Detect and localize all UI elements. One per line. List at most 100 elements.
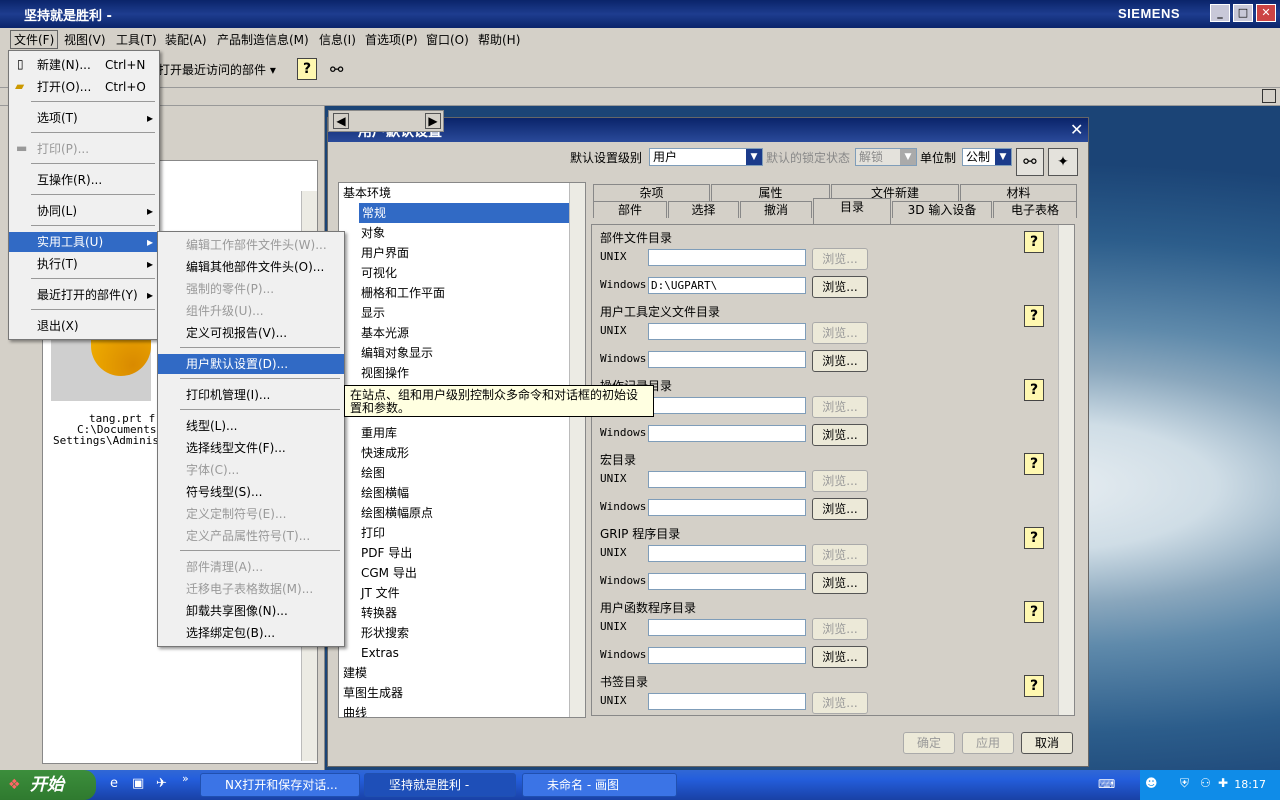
help-icon[interactable]: ? [1024, 527, 1044, 549]
level-select[interactable]: 用户 ▼ [649, 148, 763, 166]
unix-path-input[interactable] [648, 323, 806, 340]
menu-preferences[interactable]: 首选项(P) [365, 31, 418, 48]
fit-icon[interactable] [1262, 89, 1276, 103]
shield-icon[interactable]: ⛨ [1180, 776, 1189, 791]
unit-select[interactable]: 公制 ▼ [962, 148, 1012, 166]
tree-item[interactable]: 基本环境 [343, 183, 391, 203]
browse-button[interactable]: 浏览... [812, 498, 868, 520]
tree-item[interactable]: PDF 导出 [361, 543, 412, 563]
menu-item-open[interactable]: 打开(O)... Ctrl+O [9, 77, 159, 97]
windows-path-input[interactable] [648, 425, 806, 442]
menu-item-interop[interactable]: 互操作(R)... [9, 170, 159, 190]
menu-assembly[interactable]: 装配(A) [165, 31, 207, 48]
wizard-icon[interactable]: ✦ [1048, 148, 1078, 176]
menu-item-collaborate[interactable]: 协同(L) ▸ [9, 201, 159, 221]
tab-part[interactable]: 部件 [593, 201, 667, 218]
menu-item-print[interactable]: 打印(P)... [9, 139, 159, 159]
messenger-icon[interactable]: ✈ [156, 776, 167, 791]
menu-item-migrate-spreadsheet[interactable]: 迁移电子表格数据(M)... [158, 579, 344, 599]
tree-item[interactable]: Extras [361, 643, 399, 663]
menu-item-product-attr-symbols[interactable]: 定义产品属性符号(T)... [158, 526, 344, 546]
security-icon[interactable]: ✚ [1218, 776, 1228, 790]
browse-button[interactable]: 浏览... [812, 396, 868, 418]
menu-file[interactable]: 文件(F) [10, 30, 59, 49]
menu-item-component-upgrade[interactable]: 组件升级(U)... [158, 301, 344, 321]
tree-item[interactable]: 草图生成器 [343, 683, 403, 703]
menu-help[interactable]: 帮助(H) [478, 31, 520, 48]
menu-item-forced-parts[interactable]: 强制的零件(P)... [158, 279, 344, 299]
desktop-icon[interactable]: ▣ [132, 776, 144, 791]
help-icon[interactable]: ? [1024, 305, 1044, 327]
menu-item-edit-other-header[interactable]: 编辑其他部件文件头(O)... [158, 257, 344, 277]
menu-item-execute[interactable]: 执行(T) ▸ [9, 254, 159, 274]
network-icon[interactable]: ⚇ [1200, 776, 1211, 790]
menu-item-line-fonts[interactable]: 线型(L)... [158, 416, 344, 436]
menu-item-fonts[interactable]: 字体(C)... [158, 460, 344, 480]
menu-item-utilities[interactable]: 实用工具(U) ▸ [9, 232, 159, 252]
tree-item[interactable]: 重用库 [361, 423, 397, 443]
keyboard-icon[interactable]: ⌨ [1098, 777, 1115, 791]
menu-item-unload-shared-images[interactable]: 卸载共享图像(N)... [158, 601, 344, 621]
tree-item[interactable]: 绘图横幅 [361, 483, 409, 503]
task-paint[interactable]: 未命名 - 画图 [522, 773, 677, 797]
tree-item[interactable]: JT 文件 [361, 583, 400, 603]
menu-item-symbol-fonts[interactable]: 符号线型(S)... [158, 482, 344, 502]
tab-spreadsheet[interactable]: 电子表格 [993, 201, 1077, 218]
menu-item-new[interactable]: 新建(N)... Ctrl+N [9, 55, 159, 75]
tree-item[interactable]: CGM 导出 [361, 563, 417, 583]
browse-button[interactable]: 浏览... [812, 646, 868, 668]
menu-view[interactable]: 视图(V) [64, 31, 106, 48]
close-button[interactable]: ✕ [1256, 4, 1276, 22]
tab-select[interactable]: 选择 [668, 201, 739, 218]
tree-item[interactable]: 绘图 [361, 463, 385, 483]
windows-path-input[interactable] [648, 351, 806, 368]
lock-select[interactable]: 解锁 ▼ [855, 148, 917, 166]
tree-item[interactable]: 快速成形 [361, 443, 409, 463]
menu-window[interactable]: 窗口(O) [426, 31, 469, 48]
menu-item-select-bundle[interactable]: 选择绑定包(B)... [158, 623, 344, 643]
help-icon[interactable]: ? [1024, 675, 1044, 697]
tree-scrollbar[interactable] [569, 183, 585, 717]
content-scrollbar[interactable] [1058, 225, 1074, 715]
tab-undo[interactable]: 撤消 [740, 201, 812, 218]
tree-item[interactable]: 转换器 [361, 603, 397, 623]
apply-button[interactable]: 应用 [962, 732, 1014, 754]
maximize-button[interactable]: □ [1233, 4, 1253, 22]
cancel-button[interactable]: 取消 [1021, 732, 1073, 754]
help-icon[interactable]: ? [1024, 379, 1044, 401]
tree-item[interactable]: 栅格和工作平面 [361, 283, 445, 303]
tab-materials[interactable]: 材料 [960, 184, 1077, 201]
tree-item-selected[interactable]: 常规 [359, 203, 569, 223]
tree-item[interactable]: 可视化 [361, 263, 397, 283]
tree-item[interactable]: 编辑对象显示 [361, 343, 433, 363]
dialog-close-icon[interactable]: ✕ [1070, 120, 1083, 139]
browse-button[interactable]: 浏览... [812, 572, 868, 594]
tree-item[interactable]: 建模 [343, 663, 367, 683]
menu-item-recent[interactable]: 最近打开的部件(Y) ▸ [9, 285, 159, 305]
browse-button[interactable]: 浏览... [812, 350, 868, 372]
tree-item[interactable]: 显示 [361, 303, 385, 323]
unix-path-input[interactable] [648, 397, 806, 414]
minimize-button[interactable]: _ [1210, 4, 1230, 22]
nav-right-icon[interactable]: ▶ [425, 113, 441, 129]
windows-path-input[interactable] [648, 573, 806, 590]
tree-item[interactable]: 曲线 [343, 703, 367, 717]
task-main-window[interactable]: 坚持就是胜利 - [364, 773, 516, 797]
browse-button[interactable]: 浏览... [812, 424, 868, 446]
browse-button[interactable]: 浏览... [812, 544, 868, 566]
binoculars-icon[interactable]: ⚯ [330, 60, 343, 79]
menu-item-line-font-file[interactable]: 选择线型文件(F)... [158, 438, 344, 458]
browse-button[interactable]: 浏览... [812, 322, 868, 344]
tab-misc[interactable]: 杂项 [593, 184, 710, 201]
menu-info[interactable]: 信息(I) [319, 31, 356, 48]
menu-pmi[interactable]: 产品制造信息(M) [217, 31, 309, 48]
help-icon[interactable]: ? [1024, 231, 1044, 253]
browse-button[interactable]: 浏览... [812, 618, 868, 640]
tab-directories[interactable]: 目录 [813, 198, 891, 224]
unix-path-input[interactable] [648, 619, 806, 636]
windows-path-input[interactable] [648, 647, 806, 664]
unix-path-input[interactable] [648, 693, 806, 710]
tree-item[interactable]: 视图操作 [361, 363, 409, 383]
tab-3d-input[interactable]: 3D 输入设备 [892, 201, 992, 218]
ok-button[interactable]: 确定 [903, 732, 955, 754]
